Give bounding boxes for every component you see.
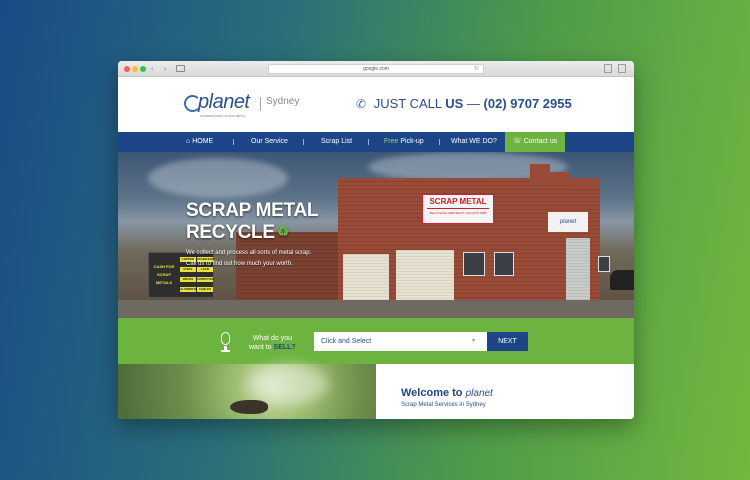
sell-prompt: What do you want to SELL? <box>249 334 296 352</box>
nav-divider <box>303 139 304 145</box>
hero-title-line2: RECYCLE <box>186 222 275 243</box>
logo-divider <box>260 97 261 111</box>
nav-free-pickup[interactable]: Free Pick-up <box>384 132 424 152</box>
nav-home-label: HOME <box>192 138 214 145</box>
chevron-down-icon: ▾ <box>471 338 475 344</box>
board-main-line: METALS <box>155 280 173 285</box>
board-item: CABLES <box>197 287 213 292</box>
site-header: planet INTERNATIONAL SCRAP METAL Sydney … <box>118 77 634 132</box>
building-sign-rule <box>427 208 489 209</box>
recycle-icon: ♻ <box>276 223 290 239</box>
hero-text-line2: Call us to find out how much your worth. <box>186 261 293 267</box>
tabs-icon[interactable] <box>618 64 626 73</box>
home-icon: ⌂ <box>186 138 191 145</box>
welcome-title-text: Welcome to <box>401 387 463 399</box>
reload-icon[interactable]: ↻ <box>474 65 479 73</box>
photo-highlight <box>248 364 328 404</box>
welcome-logo: planet <box>465 388 493 399</box>
roller-door <box>566 238 590 300</box>
building-window <box>463 252 485 276</box>
microphone-icon <box>221 332 230 345</box>
maximize-window-button[interactable] <box>140 66 146 72</box>
building-parapet <box>550 172 570 184</box>
board-main-line: SCRAP <box>156 272 171 277</box>
call-lead: JUST CALL <box>373 96 442 111</box>
hero-title: SCRAP METAL RECYCLE ♻ <box>186 200 318 243</box>
browser-window: ‹ › google.com ↻ planet INTERNATIONAL SC… <box>118 61 634 419</box>
photo-bird <box>230 400 268 414</box>
main-nav: ⌂ HOME Our Service Scrap List Free Pick-… <box>118 132 634 152</box>
board-item: BRASS <box>180 277 196 282</box>
metal-type-select[interactable]: Click and Select ▾ <box>314 332 487 351</box>
roller-door <box>396 250 454 302</box>
roller-door <box>343 254 389 300</box>
nav-our-service[interactable]: Our Service <box>251 132 288 152</box>
browser-toolbar: ‹ › google.com ↻ <box>118 61 634 77</box>
phone-icon: ✆ <box>356 97 367 111</box>
call-us-word: US <box>445 96 464 111</box>
building-sign: SCRAP METAL RECYCLING CENTRE Ph: (02) 97… <box>422 194 494 224</box>
hero-banner: SCRAP METAL RECYCLING CENTRE Ph: (02) 97… <box>118 152 634 318</box>
building-logo-sign: planet <box>548 212 588 232</box>
sell-word: SELL? <box>273 344 296 351</box>
phone-number: (02) 9707 2955 <box>483 96 572 111</box>
hero-description: We collect and process all sorts of meta… <box>186 248 311 270</box>
nav-scrap-list[interactable]: Scrap List <box>321 132 352 152</box>
select-value: Click and Select <box>321 338 372 345</box>
nav-what-we-do[interactable]: What WE DO? <box>451 132 497 152</box>
call-us-banner[interactable]: ✆ JUST CALL US — (02) 9707 2955 <box>356 96 572 111</box>
logo-city: Sydney <box>266 96 300 107</box>
nav-divider <box>368 139 369 145</box>
share-icon[interactable] <box>604 64 612 73</box>
ground <box>118 300 634 318</box>
logo-text: planet <box>198 91 250 113</box>
nav-contact-us[interactable]: ☏ Contact us <box>505 132 565 152</box>
url-text: google.com <box>363 66 389 72</box>
sell-selector-bar: What do you want to SELL? Click and Sele… <box>118 318 634 364</box>
welcome-subtitle: Scrap Metal Services in Sydney <box>401 402 486 408</box>
sell-prompt-line1: What do you <box>252 335 292 342</box>
minimize-window-button[interactable] <box>132 66 138 72</box>
address-bar[interactable]: google.com ↻ <box>268 64 484 74</box>
building-window <box>598 256 610 272</box>
building-parapet <box>530 164 550 184</box>
sky-cloud <box>148 158 288 198</box>
contact-icon: ☏ <box>513 138 522 145</box>
back-forward-icon[interactable]: ‹ › <box>151 64 171 73</box>
nav-divider <box>439 139 440 145</box>
building-parapet <box>570 180 600 186</box>
board-main-line: CASH FOR <box>153 264 175 269</box>
nav-contact-label: Contact us <box>523 138 558 145</box>
building-window <box>494 252 514 276</box>
welcome-section: Welcome to planet Scrap Metal Services i… <box>118 364 634 419</box>
hero-title-line1: SCRAP METAL <box>186 200 319 221</box>
welcome-photo <box>118 364 376 419</box>
logo-tagline: INTERNATIONAL SCRAP METAL <box>200 114 246 118</box>
building-sign-title: SCRAP METAL <box>429 197 487 206</box>
close-window-button[interactable] <box>124 66 130 72</box>
microphone-base-icon <box>221 350 230 352</box>
call-dash: — <box>466 96 480 111</box>
nav-free-label: Free <box>384 138 399 145</box>
nav-divider <box>233 139 234 145</box>
welcome-title: Welcome to planet <box>401 387 493 399</box>
sidebar-icon[interactable] <box>176 65 185 72</box>
board-item: COMPUTER <box>197 277 215 282</box>
price-board-main: CASH FOR SCRAP METALS <box>151 257 177 295</box>
parked-car <box>610 270 634 290</box>
board-item: ALUMINIUM <box>180 287 198 292</box>
next-button[interactable]: NEXT <box>487 332 528 351</box>
sell-prompt-line2: want to <box>249 344 272 351</box>
building-sign-sub: RECYCLING CENTRE Ph: (02) 9707 2955 <box>429 211 487 215</box>
hero-text-line1: We collect and process all sorts of meta… <box>186 250 312 256</box>
nav-home[interactable]: ⌂ HOME <box>186 132 213 152</box>
nav-pickup-label: Pick-up <box>400 138 424 145</box>
